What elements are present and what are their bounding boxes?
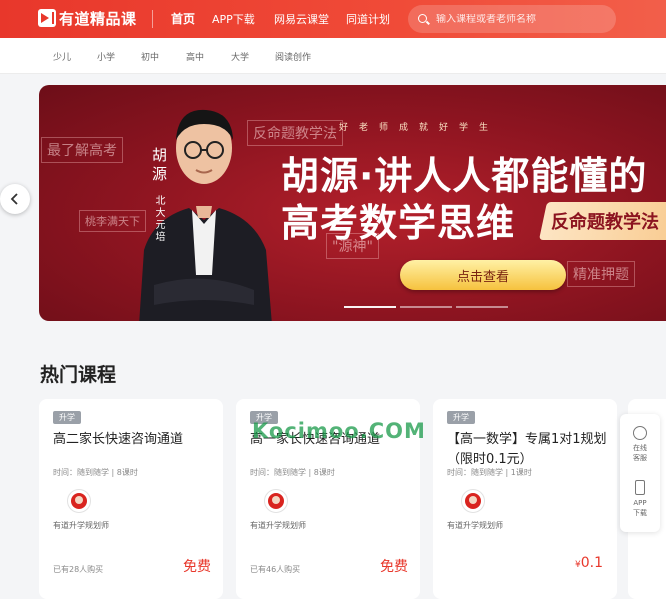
watermark: Kocimoo.COM: [252, 419, 426, 443]
carousel-dot[interactable]: [344, 306, 396, 308]
banner-tag: 最了解高考: [41, 137, 123, 163]
search-icon[interactable]: [418, 13, 429, 25]
nav-netease-cloud-class[interactable]: 网易云课堂: [274, 11, 329, 27]
banner-headline-line2: 高考数学思维: [281, 201, 516, 245]
logo[interactable]: 有道精品课: [38, 8, 137, 28]
category-primary[interactable]: 小学: [97, 50, 115, 63]
divider: [152, 10, 153, 28]
price-value: 0.1: [580, 555, 603, 571]
banner-ribbon-text: 反命题教学法: [551, 212, 659, 233]
teacher-label: 有道升学规划师: [447, 521, 503, 530]
promo-banner[interactable]: 反命题教学法 最了解高考 桃李满天下 "源神" 精准押题 胡源 北大元培 好老师…: [39, 85, 666, 321]
carousel-prev-button[interactable]: [0, 184, 30, 214]
category-reading-writing[interactable]: 阅读创作: [275, 50, 311, 63]
section-title: 热门课程: [40, 364, 117, 386]
tool-label: APP: [633, 499, 647, 507]
view-now-button[interactable]: 点击查看: [400, 260, 566, 290]
logo-text: 有道精品课: [59, 9, 137, 28]
online-service-button[interactable]: 在线 客服: [620, 426, 660, 463]
teacher-title: 北大元培: [153, 195, 164, 243]
headset-icon: [633, 426, 647, 440]
nav-home[interactable]: 首页: [171, 10, 195, 27]
app-download-button[interactable]: APP 下载: [620, 480, 660, 518]
course-meta: 时间：随到随学 | 8课时: [53, 468, 138, 477]
course-meta: 时间：随到随学 | 1课时: [447, 468, 532, 477]
tool-label: 下载: [633, 509, 647, 517]
carousel-indicators: [344, 306, 508, 308]
category-badge: 升学: [53, 411, 81, 424]
category-kids[interactable]: 少儿: [53, 50, 71, 63]
course-card[interactable]: 升学 【高一数学】专属1对1规划（限时0.1元） 时间：随到随学 | 1课时 有…: [433, 399, 617, 599]
phone-icon: [635, 480, 645, 495]
avatar: [461, 489, 485, 513]
course-meta: 时间：随到随学 | 8课时: [250, 468, 335, 477]
buyer-count: 已有46人购买: [250, 565, 301, 574]
logo-icon: [38, 9, 56, 27]
buyer-count: 已有28人购买: [53, 565, 104, 574]
course-price: 免费: [380, 559, 408, 575]
nav-app-download[interactable]: APP下载: [212, 11, 255, 27]
category-nav: 少儿 小学 初中 高中 大学 阅读创作: [0, 38, 666, 74]
category-senior-high[interactable]: 高中: [186, 50, 204, 63]
category-badge: 升学: [447, 411, 475, 424]
avatar: [264, 489, 288, 513]
top-nav-bar: 有道精品课 首页 APP下载 网易云课堂 同道计划: [0, 0, 666, 38]
banner-tag: 精准押题: [567, 261, 635, 287]
banner-slogan: 好老师成就好学生: [339, 123, 500, 133]
carousel-dot[interactable]: [400, 306, 452, 308]
chevron-left-icon: [10, 193, 18, 205]
teacher-label: 有道升学规划师: [53, 521, 109, 530]
teacher-label: 有道升学规划师: [250, 521, 306, 530]
avatar: [67, 489, 91, 513]
nav-tongdao-plan[interactable]: 同道计划: [346, 11, 390, 27]
teacher-name: 胡源: [150, 147, 168, 185]
course-price: 免费: [183, 559, 211, 575]
carousel-dot[interactable]: [456, 306, 508, 308]
floating-toolbar: 在线 客服 APP 下载: [620, 414, 660, 532]
tool-label: 客服: [633, 454, 647, 462]
category-university[interactable]: 大学: [231, 50, 249, 63]
course-price: ¥0.1: [575, 555, 603, 571]
course-title[interactable]: 高二家长快速咨询通道: [53, 430, 215, 450]
search-input[interactable]: [436, 13, 606, 25]
tool-label: 在线: [633, 444, 647, 452]
course-card[interactable]: 升学 高二家长快速咨询通道 时间：随到随学 | 8课时 有道升学规划师 已有28…: [39, 399, 223, 599]
category-junior-high[interactable]: 初中: [141, 50, 159, 63]
course-title[interactable]: 【高一数学】专属1对1规划（限时0.1元）: [447, 430, 609, 470]
search-box: [408, 5, 616, 33]
